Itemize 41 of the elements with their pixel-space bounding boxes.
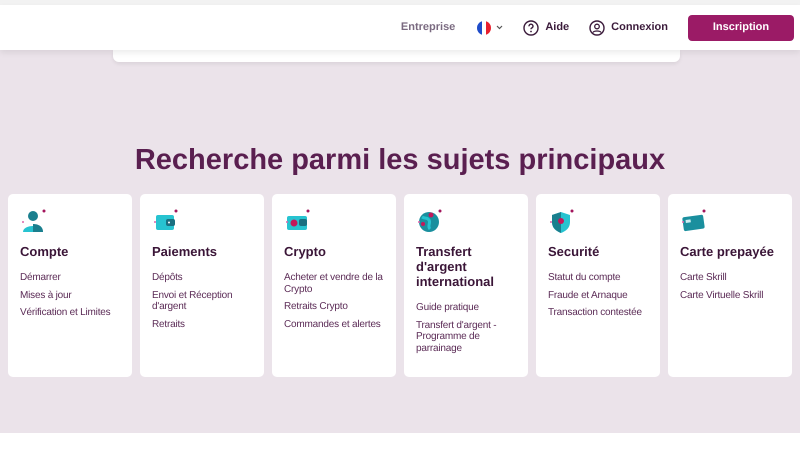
card-title: Paiements [152,244,218,259]
topic-link[interactable]: Vérification et Limites [20,307,129,318]
user-icon [589,20,606,36]
topic-link[interactable]: Carte Skrill [680,272,789,284]
topic-link[interactable]: Transaction contestée [548,307,657,318]
signup-button[interactable]: Inscription [688,14,794,40]
card-title: Crypto [284,244,327,259]
topic-link[interactable]: Envoi et Réception d'argent [152,290,261,312]
topic-link[interactable]: Démarrer [20,272,129,284]
login-link[interactable]: Connexion [589,19,668,36]
chevron-icon[interactable] [496,25,504,30]
topic-link[interactable]: Mises à jour [20,290,129,301]
card-title: Securité [548,244,600,259]
topic-card[interactable]: Compte Démarrer Mises à jour Vérification et Limites [8,194,132,377]
flag-icon[interactable] [477,20,492,34]
topic-link[interactable]: Statut du compte [548,272,657,284]
section-heading: Recherche parmi les sujets principaux [134,143,666,177]
card-title: Carte prepayée [680,244,775,259]
person-icon [20,208,46,234]
card-title: Transfert d'argent international [416,244,496,289]
topic-link[interactable]: Commandes et alertes [284,318,393,330]
topic-card[interactable]: Crypto Acheter et vendre de la Crypto Retraits Crypto Commandes et alertes [272,194,396,377]
globe-icon [416,208,442,234]
topic-link[interactable]: Guide pratique [416,302,525,314]
topic-card[interactable]: Paiements Dépôts Envoi et Réception d'argent Retraits [140,194,264,377]
topic-card[interactable]: Securité Statut du compte Fraude et Arnaque Transaction contestée [536,194,660,377]
topic-link[interactable]: Dépôts [152,272,261,284]
credit-card-icon [680,208,706,234]
help-icon [523,20,540,36]
help-link[interactable]: Aide [523,19,570,36]
topic-card[interactable]: Carte prepayée Carte Skrill Carte Virtuelle Skrill [668,194,792,377]
shield-icon [548,208,574,234]
topic-link[interactable]: Carte Virtuelle Skrill [680,290,789,301]
card-title: Compte [20,244,70,259]
topic-link[interactable]: Retraits Crypto [284,301,393,312]
topic-link[interactable]: Retraits [152,318,261,330]
topic-card[interactable]: Transfert d'argent international Guide pratique Transfert d'argent - Programme de parrainage [404,194,528,377]
nav-link[interactable]: Entreprise [400,19,456,36]
topic-link[interactable]: Acheter et vendre de la Crypto [284,272,393,295]
topic-link[interactable]: Transfert d'argent - Programme de parrainage [416,320,525,354]
topic-link[interactable]: Fraude et Arnaque [548,290,657,301]
